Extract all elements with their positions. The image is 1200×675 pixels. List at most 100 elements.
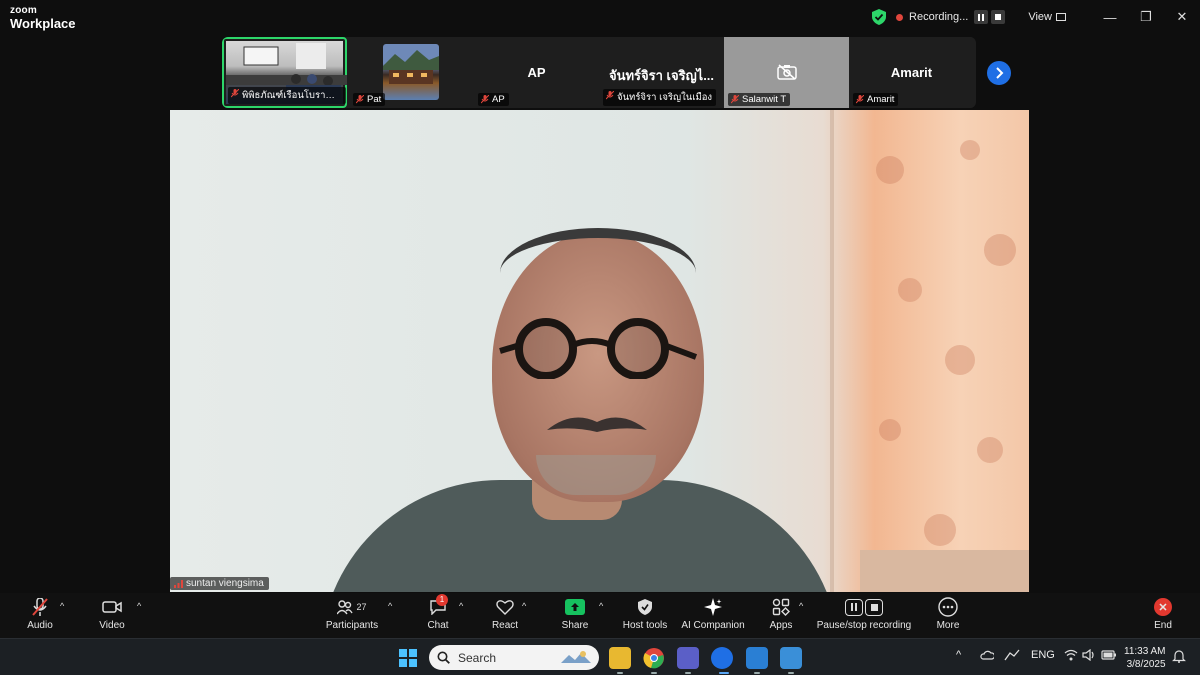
volume-icon[interactable] (1082, 649, 1096, 661)
tile-name-label: Amarit (853, 93, 899, 106)
grid-view-icon[interactable] (1056, 13, 1066, 21)
stop-icon (995, 14, 1002, 20)
security-shield-icon[interactable] (872, 9, 887, 25)
minimize-button[interactable]: — (1092, 0, 1128, 34)
notepad-icon[interactable] (780, 647, 802, 669)
tile-display-name: จันทร์จิรา เจริญไ... (608, 68, 715, 83)
wifi-icon[interactable] (1064, 649, 1078, 661)
system-clock[interactable]: 11:33 AM 3/8/2025 (1124, 645, 1166, 671)
windows-start-icon[interactable] (399, 649, 417, 667)
stop-recording-button[interactable] (991, 10, 1006, 24)
taskbar-search-input[interactable]: Search (429, 645, 599, 670)
glasses (499, 318, 698, 379)
next-page-button[interactable] (987, 61, 1011, 85)
audio-button[interactable]: Audio (22, 596, 58, 636)
meeting-controls: Audio ^ Video ^ 27 Participants ^ 1 Chat… (0, 593, 1200, 638)
muted-mic-icon (356, 95, 364, 104)
more-label: More (936, 620, 960, 631)
host-tools-button[interactable]: Host tools (622, 596, 668, 636)
clock-time: 11:33 AM (1124, 646, 1166, 657)
ai-companion-label: AI Companion (681, 620, 745, 631)
chat-button[interactable]: 1 Chat (424, 594, 452, 636)
video-options-caret[interactable]: ^ (137, 601, 141, 611)
restore-button[interactable]: ❐ (1128, 0, 1164, 34)
apps-icon (772, 598, 790, 616)
profile-picture (383, 44, 439, 100)
audio-options-caret[interactable]: ^ (60, 601, 64, 611)
tile-display-name: Amarit (890, 65, 933, 80)
share-label: Share (561, 620, 589, 631)
speaker-name-label: suntan viengsima (170, 577, 269, 590)
file-explorer-icon[interactable] (609, 647, 631, 669)
more-button[interactable]: More (934, 596, 962, 636)
share-options-caret[interactable]: ^ (599, 601, 603, 611)
share-button[interactable]: Share (560, 596, 590, 636)
pause-recording-button[interactable] (974, 10, 989, 24)
pen-device-icon[interactable] (1004, 649, 1020, 661)
clock-date: 3/8/2025 (1126, 659, 1166, 670)
participant-tile[interactable]: AP AP (474, 37, 599, 108)
stop-icon (865, 598, 883, 616)
tile-name: AP (492, 94, 505, 105)
share-screen-icon (565, 599, 585, 615)
heart-icon (496, 600, 514, 615)
tile-display-name: AP (527, 65, 546, 80)
react-options-caret[interactable]: ^ (522, 601, 526, 611)
close-window-button[interactable]: ✕ (1164, 0, 1200, 34)
apps-options-caret[interactable]: ^ (799, 601, 803, 611)
audio-label: Audio (27, 620, 53, 631)
sparkle-icon (704, 598, 722, 616)
brand-large: Workplace (10, 16, 76, 31)
tile-name: Salanwit T (742, 94, 787, 105)
tile-name-label: พิพิธภัณฑ์เรือนโบราณล้า... (228, 87, 346, 104)
end-meeting-button[interactable]: ✕ End (1150, 596, 1176, 636)
photos-app-icon[interactable] (746, 647, 768, 669)
participant-tile[interactable]: Salanwit T (724, 37, 849, 108)
shield-icon (638, 599, 652, 615)
end-label: End (1154, 620, 1172, 631)
muted-microphone-icon (32, 598, 48, 616)
onedrive-icon[interactable] (980, 649, 994, 661)
curtain-pattern (860, 140, 1029, 592)
search-icon (437, 651, 450, 664)
brand-small: zoom (10, 5, 37, 16)
video-camera-icon (102, 601, 122, 613)
signal-strength-icon (174, 580, 183, 588)
view-button[interactable]: View (1028, 11, 1052, 23)
battery-icon[interactable] (1101, 649, 1117, 661)
show-hidden-icons-chevron-icon[interactable]: ^ (956, 649, 961, 661)
video-label: Video (99, 620, 125, 631)
camera-off-icon (777, 64, 797, 80)
chat-label: Chat (427, 620, 449, 631)
more-options-icon (938, 597, 958, 617)
participants-options-caret[interactable]: ^ (388, 601, 392, 611)
recording-dot-icon (896, 13, 904, 21)
react-button[interactable]: React (490, 596, 520, 636)
language-indicator[interactable]: ENG (1031, 649, 1055, 661)
tile-name-label: Pat (353, 93, 386, 106)
video-button[interactable]: Video (96, 596, 128, 636)
muted-mic-icon (731, 95, 739, 104)
pause-stop-recording-button[interactable]: Pause/stop recording (815, 596, 913, 636)
teams-icon[interactable] (677, 647, 699, 669)
participants-icon (337, 600, 354, 615)
muted-mic-icon (231, 89, 239, 98)
ai-companion-button[interactable]: AI Companion (681, 596, 745, 636)
participant-tile[interactable]: Amarit Amarit (849, 37, 974, 108)
participants-button[interactable]: 27 Participants (322, 596, 382, 636)
notification-bell-icon[interactable] (1172, 649, 1186, 663)
chrome-icon[interactable] (643, 647, 665, 669)
tile-name-label: จันทร์จิรา เจริญในเมือง (603, 89, 717, 106)
chat-unread-badge: 1 (436, 594, 448, 606)
active-speaker-video (170, 110, 1029, 592)
host-tools-label: Host tools (622, 620, 668, 631)
muted-mic-icon (481, 95, 489, 104)
participant-tile[interactable]: Pat (349, 37, 474, 108)
pause-stop-recording-label: Pause/stop recording (816, 620, 912, 631)
zoom-app-icon[interactable] (711, 647, 733, 669)
participant-tile[interactable]: จันทร์จิรา เจริญไ... จันทร์จิรา เจริญในเ… (599, 37, 724, 108)
tile-name-label: Salanwit T (728, 93, 791, 106)
apps-button[interactable]: Apps (768, 596, 794, 636)
chat-options-caret[interactable]: ^ (459, 601, 463, 611)
participant-tile[interactable]: พิพิธภัณฑ์เรือนโบราณล้า... (222, 37, 347, 108)
